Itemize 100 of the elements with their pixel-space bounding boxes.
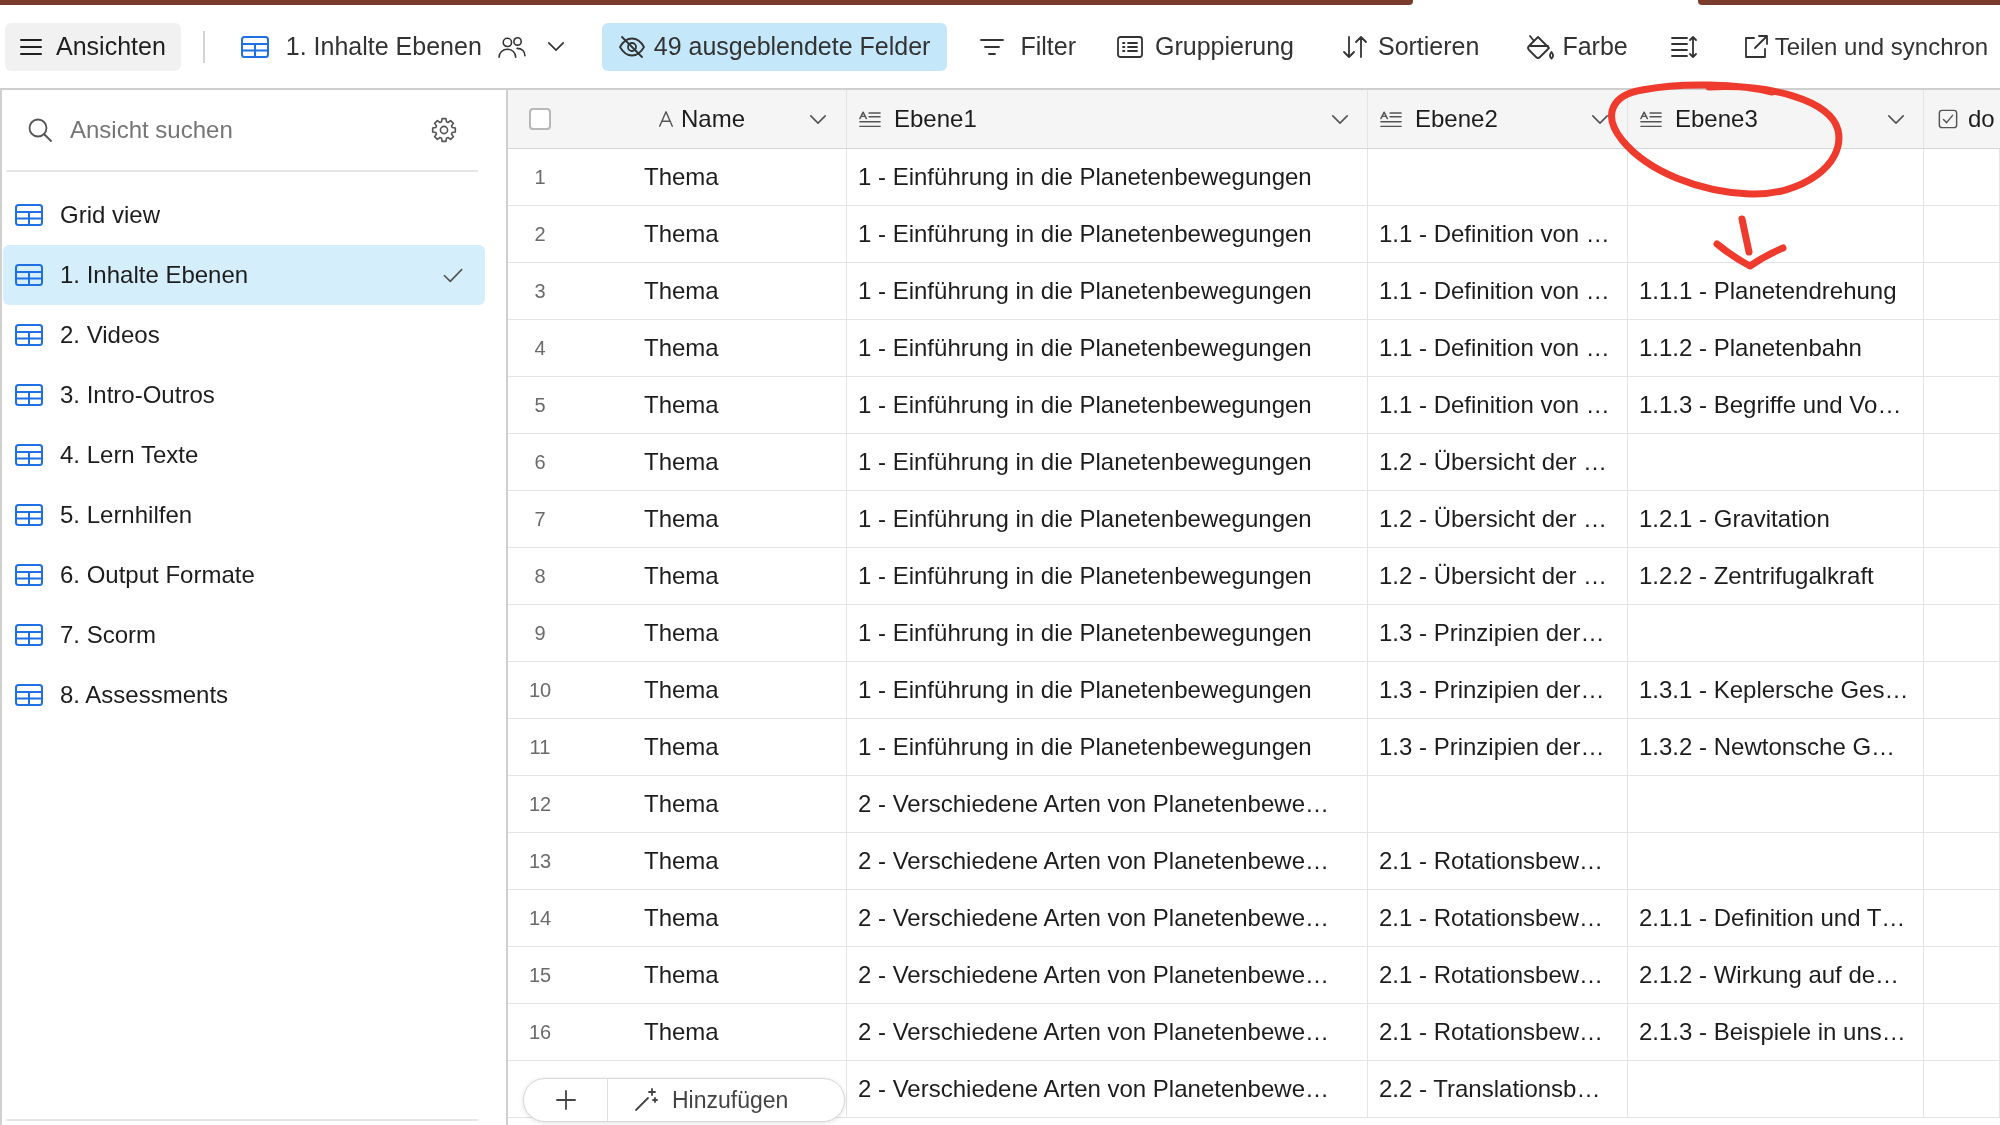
sidebar-item[interactable]: 7. Scorm (3, 605, 485, 665)
eye-slash-icon (617, 34, 646, 59)
row-number: 1 (533, 164, 547, 190)
table-cell: 2 - Verschiedene Arten von Planetenbewe… (847, 833, 1368, 889)
menu-icon (20, 37, 42, 56)
row-number: 14 (527, 905, 553, 931)
long-text-icon (1380, 110, 1402, 128)
table-cell: 1.1 - Definition von … (1368, 320, 1628, 376)
table-cell: Thema (630, 1004, 847, 1060)
check-icon (443, 267, 463, 283)
table-cell: Thema (630, 605, 847, 661)
column-header[interactable]: do (1924, 90, 2000, 148)
table-cell: 1 - Einführung in die Planetenbewegungen (847, 605, 1368, 661)
table-cell: 1.3.2 - Newtonsche G… (1628, 719, 1924, 775)
checkbox-field-icon (1938, 109, 1958, 129)
table-cell: 2 - Verschiedene Arten von Planetenbewe… (847, 947, 1368, 1003)
table-cell: Thema (630, 377, 847, 433)
table-cell: 2 - Verschiedene Arten von Planetenbewe… (847, 1061, 1368, 1117)
row-number: 5 (533, 392, 547, 418)
table-cell: 1 - Einführung in die Planetenbewegungen (847, 491, 1368, 547)
text-field-icon (657, 110, 675, 128)
table-cell: 2 - Verschiedene Arten von Planetenbewe… (847, 890, 1368, 946)
table-cell: Thema (630, 947, 847, 1003)
settings-button[interactable] (431, 117, 457, 143)
sidebar-item[interactable]: 2. Videos (3, 305, 485, 365)
chevron-down-icon (1331, 113, 1349, 125)
table-cell: 2.1.2 - Wirkung auf de… (1628, 947, 1924, 1003)
sidebar-item[interactable]: 8. Assessments (3, 665, 485, 725)
table-cell: 1.3 - Prinzipien der… (1368, 605, 1628, 661)
table-cell: 2 - Verschiedene Arten von Planetenbewe… (847, 1004, 1368, 1060)
table-icon (15, 264, 43, 286)
sidebar-item[interactable]: 4. Lern Texte (3, 425, 485, 485)
magic-add-button[interactable]: Hinzufügen (608, 1079, 805, 1121)
table-cell: 1 - Einführung in die Planetenbewegungen (847, 149, 1368, 205)
share-button[interactable]: Teilen und synchron (1732, 24, 1989, 69)
row-number: 2 (533, 221, 547, 247)
filter-icon (980, 37, 1005, 56)
table-cell: Thema (630, 263, 847, 319)
hidden-fields-button[interactable]: 49 ausgeblendete Felder (601, 22, 948, 71)
line-height-icon (1670, 34, 1699, 59)
column-header[interactable]: Ebene1 (847, 90, 1368, 148)
table-cell: 1.3.1 - Keplersche Ges… (1628, 662, 1924, 718)
row-number: 8 (533, 563, 547, 589)
table-cell: 2.1 - Rotationsbew… (1368, 947, 1628, 1003)
table-cell: 2.1.1 - Definition und T… (1628, 890, 1924, 946)
row-number: 15 (527, 962, 553, 988)
paint-bucket-icon (1525, 32, 1556, 61)
table-cell: 1.2 - Übersicht der … (1368, 434, 1628, 490)
row-number: 7 (533, 506, 547, 532)
table-cell: 1.1 - Definition von … (1368, 377, 1628, 433)
table-cell: 2.1 - Rotationsbew… (1368, 833, 1628, 889)
sidebar-item[interactable]: 1. Inhalte Ebenen (3, 245, 485, 305)
table-cell: 1 - Einführung in die Planetenbewegungen (847, 263, 1368, 319)
table-icon (15, 204, 43, 226)
chevron-down-icon (546, 41, 565, 52)
column-header[interactable]: Ebene2 (1368, 90, 1628, 148)
group-button[interactable]: Gruppierung (1106, 24, 1304, 69)
table-cell: 1.1.1 - Planetendrehung (1628, 263, 1924, 319)
search-field[interactable]: Ansicht suchen (70, 110, 413, 150)
chevron-down-icon (1887, 113, 1905, 125)
row-number: 16 (527, 1019, 553, 1045)
table-cell: 1.3 - Prinzipien der… (1368, 662, 1628, 718)
table-cell: 1.2 - Übersicht der … (1368, 548, 1628, 604)
table-cell: Thema (630, 719, 847, 775)
views-button[interactable]: Ansichten (5, 22, 181, 71)
sidebar-item[interactable]: 5. Lernhilfen (3, 485, 485, 545)
table-cell: Thema (630, 548, 847, 604)
table-cell: 1.2 - Übersicht der … (1368, 491, 1628, 547)
table-cell: Thema (630, 833, 847, 889)
table-cell: 1.1 - Definition von … (1368, 206, 1628, 262)
table-cell: Thema (630, 890, 847, 946)
row-number: 13 (527, 848, 553, 874)
view-switcher[interactable]: 1. Inhalte Ebenen (236, 22, 569, 71)
row-number: 11 (528, 734, 552, 760)
row-number: 3 (533, 278, 547, 304)
table-cell: Thema (630, 491, 847, 547)
table-cell: Thema (630, 320, 847, 376)
sort-arrows-icon (1341, 34, 1368, 59)
table-cell: 1 - Einführung in die Planetenbewegungen (847, 206, 1368, 262)
column-header[interactable]: Ebene3 (1628, 90, 1924, 148)
table-icon (15, 324, 43, 346)
row-number: 10 (527, 677, 553, 703)
table-cell: 1 - Einführung in die Planetenbewegungen (847, 377, 1368, 433)
table-cell: 2.2 - Translationsb… (1368, 1061, 1628, 1117)
sidebar-item[interactable]: 6. Output Formate (3, 545, 485, 605)
table-cell: Thema (630, 206, 847, 262)
list-icon (1116, 35, 1143, 58)
sort-button[interactable]: Sortieren (1331, 24, 1490, 69)
plus-icon (555, 1090, 576, 1110)
sidebar-item[interactable]: Grid view (3, 185, 485, 245)
color-button[interactable]: Farbe (1515, 24, 1638, 69)
table-cell: Thema (630, 149, 847, 205)
table-cell: 1.1 - Definition von … (1368, 263, 1628, 319)
table-icon (15, 624, 43, 646)
table-cell: 1 - Einführung in die Planetenbewegungen (847, 662, 1368, 718)
column-header[interactable]: Name (630, 90, 847, 148)
sidebar-item[interactable]: 3. Intro-Outros (3, 365, 485, 425)
filter-button[interactable]: Filter (970, 24, 1086, 69)
external-link-icon (1742, 33, 1769, 60)
select-all-checkbox[interactable] (529, 108, 551, 130)
